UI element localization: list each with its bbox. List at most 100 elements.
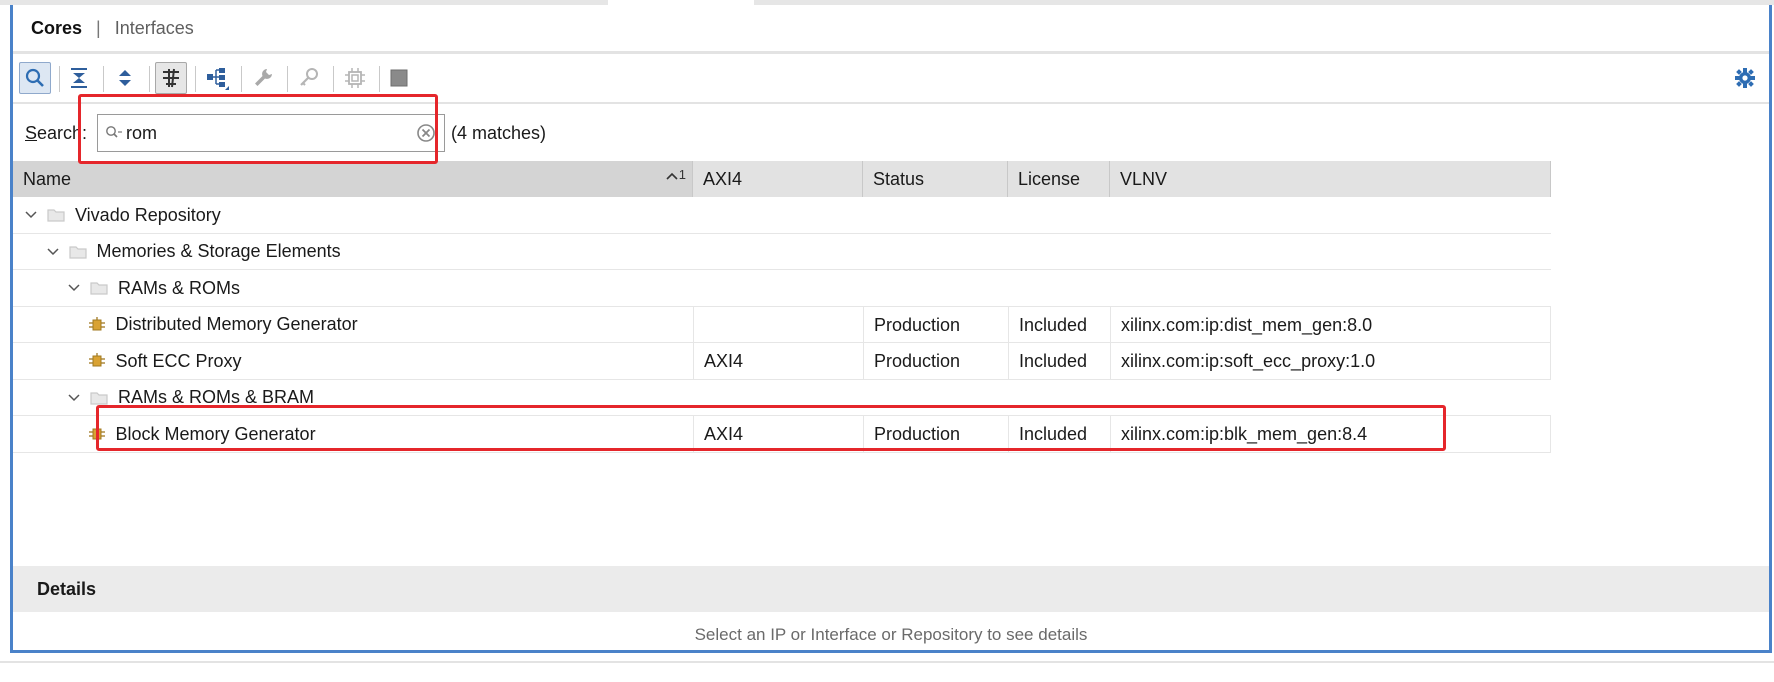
sort-ascending-icon (666, 172, 678, 180)
axi4-cell: AXI4 (693, 416, 863, 452)
chip-icon (345, 68, 365, 88)
toolbar-separator (195, 66, 196, 92)
filter-icon (163, 68, 179, 88)
row-name-label: RAMs & ROMs & BRAM (118, 387, 315, 407)
row-name-label: Memories & Storage Elements (96, 241, 341, 261)
row-name-label: Distributed Memory Generator (115, 314, 358, 334)
status-cell: Production (863, 306, 1008, 343)
toolbar (13, 56, 1769, 102)
license-cell: Included (1008, 416, 1110, 452)
expand-all-button[interactable] (109, 62, 141, 94)
folder-icon (68, 245, 87, 259)
hierarchy-icon (207, 68, 229, 90)
square-icon (390, 69, 408, 87)
tree-folder-row[interactable]: Memories & Storage Elements (13, 234, 1551, 270)
tab-separator: | (96, 17, 101, 38)
clear-search-icon[interactable] (416, 123, 436, 143)
tree-folder-row[interactable]: RAMs & ROMs (13, 270, 1551, 307)
axi4-cell (693, 306, 863, 343)
block-button[interactable] (383, 62, 415, 94)
filter-button[interactable] (155, 62, 187, 94)
sort-indicator: 1 (665, 157, 686, 193)
vlnv-cell: xilinx.com:ip:dist_mem_gen:8.0 (1110, 306, 1551, 343)
search-field[interactable] (97, 114, 445, 152)
toolbar-divider (13, 102, 1769, 104)
toolbar-separator (149, 66, 150, 92)
row-name-label: Soft ECC Proxy (115, 350, 242, 371)
status-cell: Production (863, 416, 1008, 452)
toolbar-separator (59, 66, 60, 92)
name-cell: Distributed Memory Generator (88, 307, 358, 343)
settings-button[interactable] (1729, 62, 1761, 94)
chevron-down-icon[interactable] (66, 390, 82, 406)
hierarchy-button[interactable] (201, 62, 233, 94)
column-header-license[interactable]: License (1008, 161, 1110, 197)
vlnv-cell: xilinx.com:ip:soft_ecc_proxy:1.0 (1110, 343, 1551, 379)
row-name-label: RAMs & ROMs (118, 277, 241, 298)
tree-folder-row[interactable]: RAMs & ROMs & BRAM (13, 380, 1551, 416)
customize-ip-button[interactable] (247, 62, 279, 94)
chevron-down-icon[interactable] (45, 244, 61, 260)
table-row[interactable]: Distributed Memory Generator Production In… (13, 306, 1551, 343)
ip-core-icon (88, 425, 106, 443)
table-row[interactable]: Soft ECC Proxy AXI4 Production Included xili… (13, 343, 1551, 380)
match-count: (4 matches) (451, 123, 547, 143)
search-icon (106, 126, 122, 138)
details-message: Select an IP or Interface or Repository … (694, 625, 1088, 644)
search-label: Search: (25, 123, 88, 143)
ip-tree-table: Vivado Repository Memories & Storage Elem… (13, 197, 1551, 453)
chevron-down-icon[interactable] (23, 207, 39, 223)
details-header: Details (13, 566, 1769, 612)
search-toggle-button[interactable] (19, 62, 51, 94)
name-cell: RAMs & ROMs (66, 270, 240, 306)
catalog-tabs: Cores | Interfaces (13, 5, 1769, 51)
row-name-label: Vivado Repository (75, 204, 221, 225)
table-header: Name 1 AXI4 Status License VLNV (13, 161, 1551, 197)
column-header-status[interactable]: Status (863, 161, 1008, 197)
column-header-axi4[interactable]: AXI4 (693, 161, 863, 197)
name-cell: Memories & Storage Elements (45, 234, 341, 270)
collapse-all-button[interactable] (63, 62, 95, 94)
key-icon (300, 68, 318, 86)
column-header-name[interactable]: Name 1 (13, 161, 693, 197)
column-header-vlnv[interactable]: VLNV (1110, 161, 1551, 197)
chevron-down-icon[interactable] (66, 280, 82, 296)
ip-core-icon (88, 352, 106, 370)
toolbar-separator (379, 66, 380, 92)
search-row: Search: (4 matches) (13, 109, 1769, 157)
ip-catalog-panel: Cores | Interfaces Search: rom (4 matche… (10, 5, 1772, 653)
folder-icon (90, 391, 108, 405)
name-cell: Soft ECC Proxy (88, 343, 242, 379)
license-button[interactable] (293, 62, 325, 94)
ip-settings-button[interactable] (339, 62, 371, 94)
gear-icon (1735, 68, 1755, 88)
details-title: Details (37, 579, 97, 599)
name-cell: RAMs & ROMs & BRAM (66, 380, 314, 416)
folder-icon (47, 208, 65, 222)
tree-folder-row[interactable]: Vivado Repository (13, 197, 1551, 234)
toolbar-separator (333, 66, 334, 92)
name-cell: Vivado Repository (23, 197, 221, 233)
tabs-divider (13, 51, 1769, 54)
status-cell: Production (863, 343, 1008, 379)
toolbar-separator (241, 66, 242, 92)
tab-interfaces[interactable]: Interfaces (115, 18, 194, 39)
toolbar-separator (103, 66, 104, 92)
license-cell: Included (1008, 343, 1110, 379)
license-cell: Included (1008, 306, 1110, 343)
axi4-cell: AXI4 (693, 343, 863, 379)
wrench-icon (255, 69, 272, 86)
folder-icon (90, 281, 108, 295)
expand-all-icon (119, 70, 131, 86)
vlnv-cell: xilinx.com:ip:blk_mem_gen:8.4 (1110, 416, 1551, 452)
search-icon (25, 68, 44, 87)
ip-core-icon (88, 316, 106, 334)
row-name-label: Block Memory Generator (115, 423, 316, 444)
name-cell: Block Memory Generator (88, 416, 316, 452)
bottom-strip (0, 661, 1774, 682)
table-row[interactable]: Block Memory Generator AXI4 Production Incl… (13, 416, 1551, 453)
tab-cores[interactable]: Cores (31, 18, 82, 39)
search-input[interactable] (126, 115, 406, 151)
collapse-all-icon (71, 68, 87, 88)
toolbar-separator (287, 66, 288, 92)
